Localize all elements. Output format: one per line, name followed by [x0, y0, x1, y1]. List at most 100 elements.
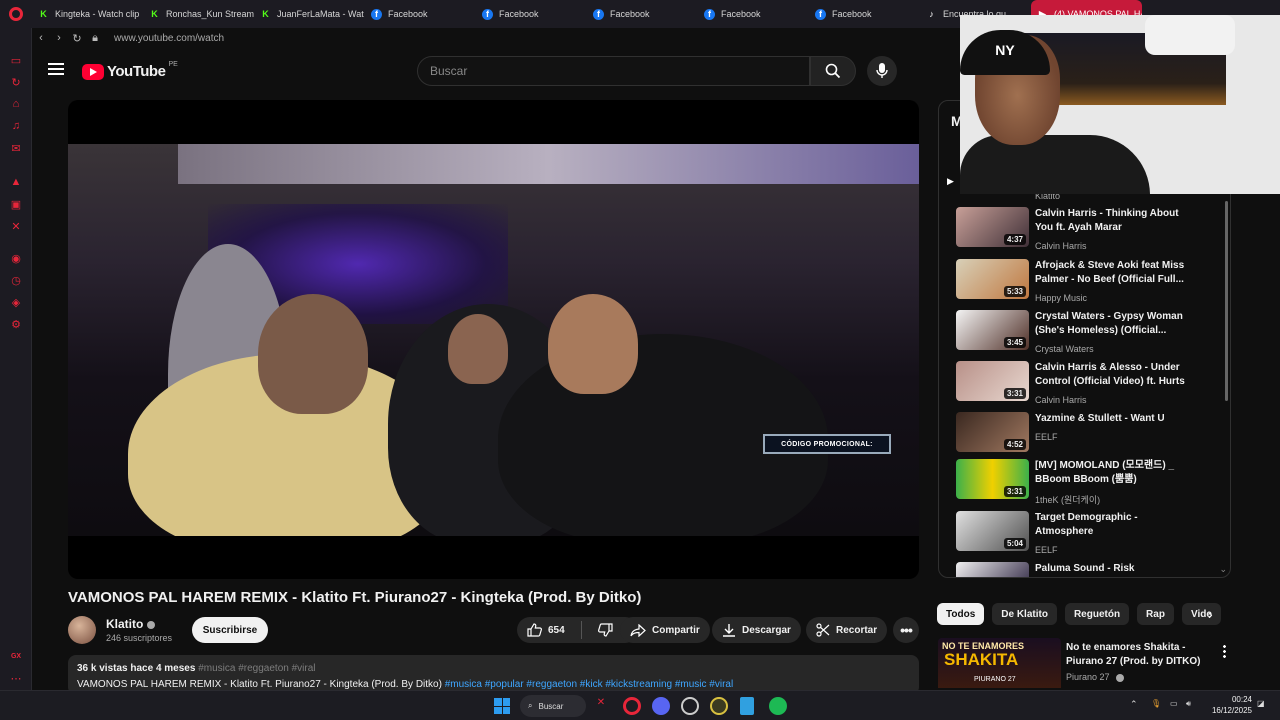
dislike-button[interactable]	[588, 617, 623, 643]
more-horizontal-icon: •••	[900, 622, 913, 638]
browser-tab[interactable]: f Facebook	[809, 0, 920, 28]
opera-logo-icon[interactable]	[0, 0, 32, 28]
facebook-icon: f	[704, 8, 715, 20]
recommendation-item[interactable]: NO TE ENAMORES SHAKITA PIURANO 27 No te …	[938, 638, 1228, 688]
recommendation-item[interactable]: 4:37 Calvin Harris - Thinking About You …	[956, 207, 1224, 252]
channel-name[interactable]: Klatito	[106, 617, 156, 631]
mail-icon[interactable]: ✉	[10, 142, 22, 155]
recommendation-item[interactable]: Paluma Sound - Risk	[956, 562, 1224, 577]
promo-code-overlay: CÓDIGO PROMOCIONAL:	[763, 434, 891, 454]
aria-icon[interactable]: ▲	[10, 176, 22, 188]
video-thumbnail: 3:45	[956, 310, 1029, 350]
bag-icon[interactable]: ⌂	[10, 98, 22, 110]
twitch-icon[interactable]: ▣	[10, 198, 22, 211]
windows-start-icon[interactable]	[494, 698, 510, 714]
video-thumbnail: NO TE ENAMORES SHAKITA PIURANO 27	[938, 638, 1061, 688]
more-actions-button[interactable]: •••	[893, 617, 919, 643]
notepad-app-icon[interactable]	[740, 697, 754, 715]
spotify-app-icon[interactable]	[769, 697, 787, 715]
gx-icon[interactable]: GX	[10, 650, 22, 662]
thumbs-up-icon	[527, 623, 542, 637]
wallet-icon[interactable]: ▭	[10, 54, 22, 67]
url-field[interactable]: www.youtube.com/watch	[114, 33, 224, 44]
opera-gx-app-icon[interactable]: ✕	[592, 697, 610, 715]
system-clock[interactable]: 00:24 16/12/2025	[1208, 694, 1252, 716]
video-thumbnail: 4:52	[956, 412, 1029, 452]
video-title: VAMONOS PAL HAREM REMIX - Klatito Ft. Pi…	[68, 589, 642, 606]
pinboard-icon[interactable]: ◈	[10, 296, 22, 309]
subscribe-button[interactable]: Suscribirse	[192, 617, 268, 643]
video-thumbnail: 3:31	[956, 459, 1029, 499]
tiktok-icon: ♪	[929, 9, 934, 19]
like-button[interactable]: 654	[517, 617, 575, 643]
refresh-ai-icon[interactable]: ↻	[10, 76, 22, 89]
browser-tab[interactable]: f Facebook	[698, 0, 809, 28]
chip-regueton[interactable]: Reguetón	[1064, 603, 1130, 625]
facebook-icon: f	[482, 8, 493, 20]
verified-icon	[147, 620, 156, 629]
youtube-logo[interactable]: YouTube PE	[82, 61, 178, 80]
music-icon[interactable]: ♫	[10, 120, 22, 132]
video-thumbnail: 5:33	[956, 259, 1029, 299]
recommendation-item[interactable]: 5:04 Target Demographic - Atmosphere EEL…	[956, 511, 1224, 556]
share-icon	[630, 623, 646, 637]
voice-search-button[interactable]	[867, 56, 897, 86]
download-button[interactable]: Descargar	[712, 617, 801, 643]
settings-icon[interactable]: ⚙	[10, 318, 22, 331]
browser-sidebar: ▭ ↻ ⌂ ♫ ✉ ▲ ▣ ✕ ◉ ◷ ◈ ⚙ GX ⋯	[0, 28, 32, 690]
chip-rap[interactable]: Rap	[1137, 603, 1174, 625]
youtube-header: YouTube PE Buscar	[32, 48, 960, 94]
player-icon[interactable]: ◉	[10, 252, 22, 265]
browser-tab[interactable]: K Kingteka - Watch clip	[32, 0, 143, 28]
x-icon[interactable]: ✕	[10, 220, 22, 233]
microphone-icon[interactable]: 🎙︎	[1151, 699, 1161, 708]
recommendation-item[interactable]: 5:33 Afrojack & Steve Aoki feat Miss Pal…	[956, 259, 1224, 304]
facebook-icon: f	[371, 8, 382, 20]
kick-icon: K	[40, 9, 47, 19]
panel-scrollbar[interactable]	[1225, 201, 1228, 401]
browser-tab[interactable]: K Ronchas_Kun Stream	[143, 0, 254, 28]
chevron-right-icon[interactable]: ›	[1208, 603, 1222, 625]
network-icon[interactable]: ▭	[1170, 699, 1178, 708]
hashtag-links[interactable]: #musica #popular #reggaeton #kick #kicks…	[445, 679, 733, 690]
search-button[interactable]	[810, 56, 856, 86]
recommendation-item[interactable]: 3:31 [MV] MOMOLAND (모모랜드) _ BBoom BBoom …	[956, 459, 1224, 505]
recommendation-item[interactable]: 4:52 Yazmine & Stullett - Want U EELF	[956, 412, 1224, 457]
reload-icon[interactable]: ↻	[68, 32, 86, 45]
taskbar-search[interactable]: ⌕ Buscar	[520, 695, 586, 717]
browser-tab[interactable]: f Facebook	[365, 0, 476, 28]
notification-icon[interactable]: ◪	[1257, 699, 1265, 708]
browser-tab[interactable]: f Facebook	[587, 0, 698, 28]
history-icon[interactable]: ◷	[10, 274, 22, 287]
app-icon[interactable]	[710, 697, 728, 715]
taskbar: ⌕ Buscar ✕ ⌃ 🎙︎ ▭ 🔊︎ 00:24 16/12/2025 ◪	[0, 690, 1280, 720]
chip-de-klatito[interactable]: De Klatito	[992, 603, 1057, 625]
search-input[interactable]: Buscar	[417, 56, 810, 86]
video-player[interactable]: CÓDIGO PROMOCIONAL:	[68, 100, 919, 579]
facebook-icon: f	[593, 8, 604, 20]
recommendation-item[interactable]: 3:45 Crystal Waters - Gypsy Woman (She's…	[956, 310, 1224, 355]
description-box[interactable]: 36 k vistas hace 4 meses #musica #reggae…	[68, 655, 919, 695]
opera-app-icon[interactable]	[623, 697, 641, 715]
back-icon[interactable]: ‹	[32, 32, 50, 44]
more-vertical-icon[interactable]	[1223, 644, 1226, 658]
video-thumbnail	[956, 562, 1029, 577]
volume-icon[interactable]: 🔊︎	[1186, 699, 1191, 709]
share-button[interactable]: Compartir	[620, 617, 710, 643]
obs-app-icon[interactable]	[681, 697, 699, 715]
channel-avatar[interactable]	[68, 616, 96, 644]
more-icon[interactable]: ⋯	[10, 672, 22, 685]
menu-icon[interactable]	[48, 63, 64, 75]
chevron-up-icon[interactable]: ⌃	[1130, 699, 1138, 710]
discord-app-icon[interactable]	[652, 697, 670, 715]
browser-tab[interactable]: f Facebook	[476, 0, 587, 28]
forward-icon[interactable]: ›	[50, 32, 68, 44]
clip-button[interactable]: Recortar	[806, 617, 888, 643]
chip-todos[interactable]: Todos	[937, 603, 985, 625]
search-icon: ⌕	[528, 701, 533, 710]
kick-icon: K	[262, 9, 269, 19]
recommendation-item[interactable]: 3:31 Calvin Harris & Alesso - Under Cont…	[956, 361, 1224, 406]
hashtags[interactable]: #musica #reggaeton #viral	[198, 663, 315, 674]
facebook-icon: f	[815, 8, 826, 20]
browser-tab[interactable]: K JuanFerLaMata - Wat	[254, 0, 365, 28]
